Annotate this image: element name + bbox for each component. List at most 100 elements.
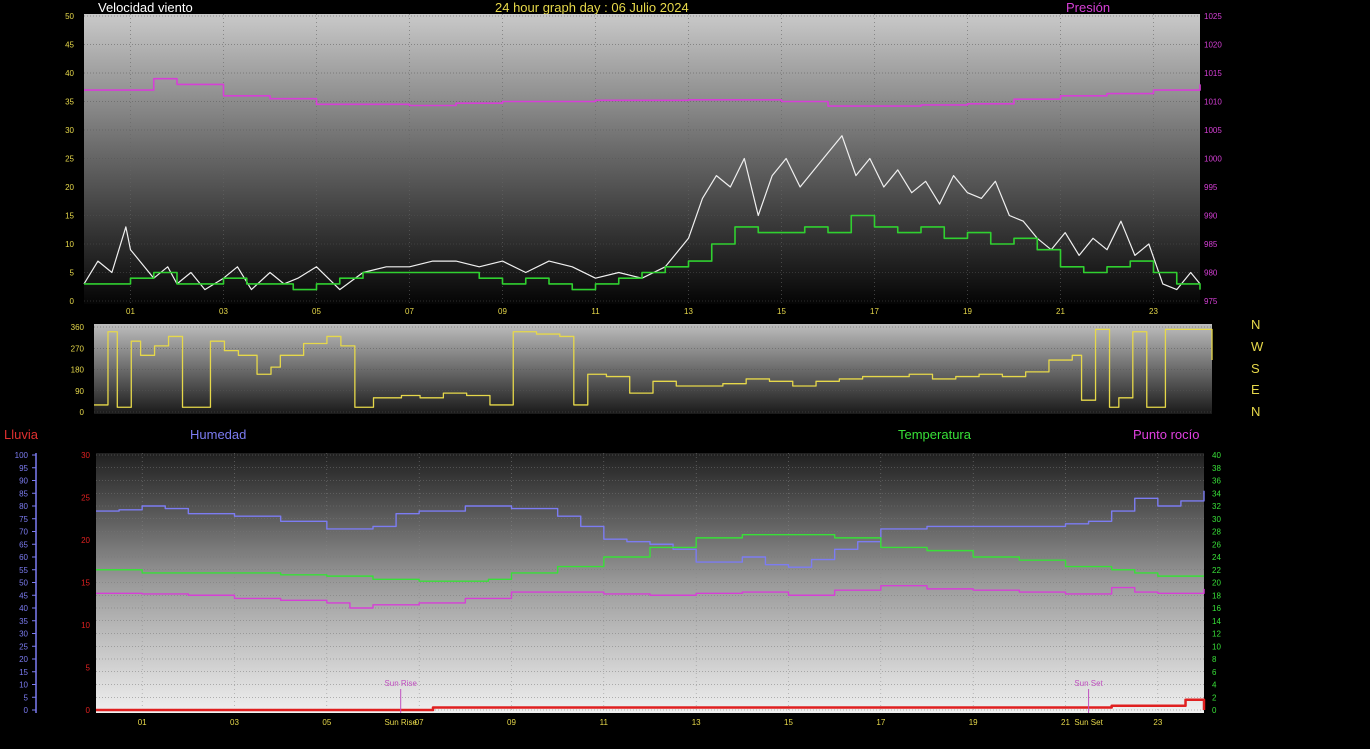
rain-y-tick-label: 5 <box>86 664 91 673</box>
pressure-y-tick-label: 980 <box>1204 269 1218 278</box>
humidity-y-tick-label: 55 <box>19 566 28 575</box>
pressure-y-tick-label: 1025 <box>1204 12 1222 21</box>
pressure-y-tick-label: 995 <box>1204 183 1218 192</box>
humidity-y-tick-label: 40 <box>19 604 28 613</box>
temperature-y-tick-label: 8 <box>1212 655 1217 664</box>
temperature-y-tick-label: 38 <box>1212 464 1221 473</box>
humidity-y-tick-label: 25 <box>19 642 28 651</box>
wind-x-tick-label: 19 <box>963 307 972 316</box>
pressure-y-tick-label: 1000 <box>1204 155 1222 164</box>
temperature-y-tick-label: 26 <box>1212 540 1221 549</box>
temperature-y-tick-label: 34 <box>1212 489 1221 498</box>
temp-x-tick-label: 11 <box>600 718 609 727</box>
sun-event-annotation: Sun Set <box>1074 679 1103 688</box>
rain-y-tick-label: 0 <box>86 706 91 715</box>
temperature-y-tick-label: 36 <box>1212 477 1221 486</box>
sun-event-annotation: Sun Rise <box>384 679 417 688</box>
humidity-y-tick-label: 10 <box>19 681 28 690</box>
temp-x-tick-label: 09 <box>507 718 516 727</box>
temperature-y-tick-label: 30 <box>1212 515 1221 524</box>
temp-x-tick-label: 13 <box>692 718 701 727</box>
direction-y-tick-label: 90 <box>75 387 84 396</box>
wind-x-tick-label: 17 <box>870 307 879 316</box>
humidity-y-tick-label: 5 <box>24 693 29 702</box>
sun-event-axis-label: Sun Rise <box>384 718 417 727</box>
temp-x-tick-label: 21 <box>1061 718 1070 727</box>
temperature-y-tick-label: 14 <box>1212 617 1221 626</box>
wind-y-tick-label: 35 <box>65 98 74 107</box>
wind-x-tick-label: 15 <box>777 307 786 316</box>
wind-x-tick-label: 09 <box>498 307 507 316</box>
wind-plot-area <box>84 14 1200 304</box>
direction-y-tick-label: 270 <box>71 344 85 353</box>
humidity-y-tick-label: 15 <box>19 668 28 677</box>
temperature-y-tick-label: 18 <box>1212 591 1221 600</box>
temperature-y-tick-label: 32 <box>1212 502 1221 511</box>
pressure-y-tick-label: 975 <box>1204 297 1218 306</box>
pressure-y-tick-label: 1010 <box>1204 98 1222 107</box>
wind-y-tick-label: 45 <box>65 41 74 50</box>
direction-y-tick-label: 0 <box>80 408 85 417</box>
pressure-y-tick-label: 1020 <box>1204 41 1222 50</box>
temperature-y-tick-label: 24 <box>1212 553 1221 562</box>
temperature-y-tick-label: 28 <box>1212 528 1221 537</box>
rain-y-tick-label: 10 <box>81 621 90 630</box>
temp-x-tick-label: 01 <box>138 718 147 727</box>
wind-y-tick-label: 30 <box>65 126 74 135</box>
rain-y-tick-label: 25 <box>81 494 90 503</box>
humidity-y-tick-label: 45 <box>19 591 28 600</box>
humidity-y-tick-label: 20 <box>19 655 28 664</box>
wind-y-tick-label: 40 <box>65 69 74 78</box>
temperature-y-tick-label: 40 <box>1212 451 1221 460</box>
temp-x-tick-label: 05 <box>322 718 331 727</box>
temp-x-tick-label: 23 <box>1153 718 1162 727</box>
rain-y-tick-label: 30 <box>81 451 90 460</box>
wind-y-tick-label: 0 <box>70 297 75 306</box>
wind-x-tick-label: 23 <box>1149 307 1158 316</box>
temperature-y-tick-label: 4 <box>1212 681 1217 690</box>
temperature-y-tick-label: 2 <box>1212 693 1217 702</box>
humidity-y-tick-label: 95 <box>19 464 28 473</box>
temp-x-tick-label: 19 <box>969 718 978 727</box>
wind-x-tick-label: 01 <box>126 307 135 316</box>
wind-y-tick-label: 10 <box>65 240 74 249</box>
wind-x-tick-label: 11 <box>591 307 600 316</box>
wind-x-tick-label: 05 <box>312 307 321 316</box>
direction-plot-area <box>94 324 1212 414</box>
temperature-y-tick-label: 20 <box>1212 579 1221 588</box>
pressure-y-tick-label: 1015 <box>1204 69 1222 78</box>
pressure-y-tick-label: 1005 <box>1204 126 1222 135</box>
pressure-y-tick-label: 990 <box>1204 212 1218 221</box>
wind-x-tick-label: 07 <box>405 307 414 316</box>
wind-y-tick-label: 5 <box>70 269 75 278</box>
wind-x-tick-label: 13 <box>684 307 693 316</box>
direction-y-tick-label: 180 <box>71 366 85 375</box>
wind-y-tick-label: 20 <box>65 183 74 192</box>
wind-y-tick-label: 50 <box>65 12 74 21</box>
humidity-y-tick-label: 0 <box>24 706 29 715</box>
humidity-y-tick-label: 65 <box>19 540 28 549</box>
humidity-y-tick-label: 90 <box>19 477 28 486</box>
temperature-y-tick-label: 0 <box>1212 706 1217 715</box>
temperature-plot-area <box>96 453 1204 713</box>
temp-x-tick-label: 15 <box>784 718 793 727</box>
direction-y-tick-label: 360 <box>71 323 85 332</box>
wind-y-tick-label: 25 <box>65 155 74 164</box>
temperature-y-tick-label: 12 <box>1212 630 1221 639</box>
temperature-y-tick-label: 10 <box>1212 642 1221 651</box>
humidity-y-tick-label: 35 <box>19 617 28 626</box>
humidity-y-tick-label: 75 <box>19 515 28 524</box>
temp-x-tick-label: 17 <box>876 718 885 727</box>
wind-x-tick-label: 21 <box>1056 307 1065 316</box>
weather-charts: 0510152025303540455097598098599099510001… <box>15 12 1223 727</box>
rain-y-tick-label: 15 <box>81 579 90 588</box>
temp-x-tick-label: 03 <box>230 718 239 727</box>
temperature-y-tick-label: 6 <box>1212 668 1217 677</box>
temperature-y-tick-label: 16 <box>1212 604 1221 613</box>
humidity-y-tick-label: 100 <box>15 451 29 460</box>
humidity-y-tick-label: 60 <box>19 553 28 562</box>
temperature-y-tick-label: 22 <box>1212 566 1221 575</box>
wind-x-tick-label: 03 <box>219 307 228 316</box>
humidity-y-tick-label: 85 <box>19 489 28 498</box>
humidity-y-tick-label: 30 <box>19 630 28 639</box>
